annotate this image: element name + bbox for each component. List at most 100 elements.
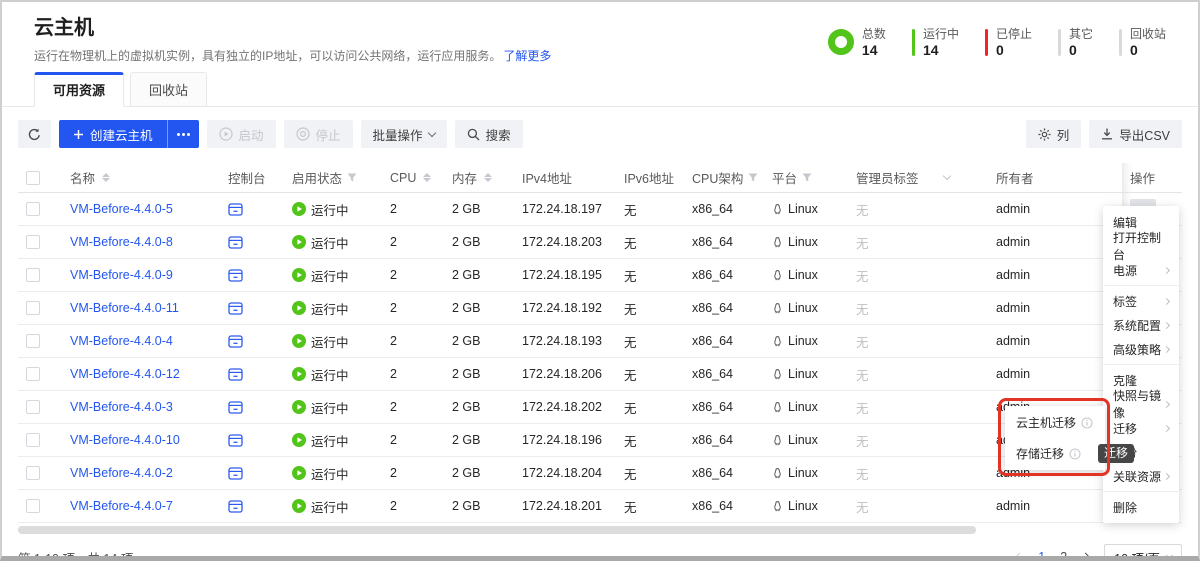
start-button[interactable]: 启动 [207,120,276,148]
batch-operations-button[interactable]: 批量操作 [361,120,447,148]
context-menu-item[interactable]: 快照与镜像 [1103,392,1179,416]
platform-value: Linux [788,466,818,480]
row-checkbox[interactable] [26,301,40,315]
arch-value: x86_64 [692,433,733,447]
context-menu-item[interactable] [1103,491,1179,492]
sort-icon[interactable] [102,173,110,182]
console-icon[interactable] [228,401,243,414]
column-name[interactable]: 名称 [70,168,95,187]
arch-value: x86_64 [692,400,733,414]
console-icon[interactable] [228,500,243,513]
row-checkbox[interactable] [26,202,40,216]
stat-item: 其它 0 [1058,27,1093,58]
search-button[interactable]: 搜索 [455,120,523,148]
column-memory[interactable]: 内存 [452,168,477,187]
console-icon[interactable] [228,467,243,480]
console-icon[interactable] [228,368,243,381]
running-status-icon [292,499,306,513]
vm-name-link[interactable]: VM-Before-4.4.0-10 [70,433,180,447]
status-text: 运行中 [311,497,349,516]
sort-icon[interactable] [423,173,431,182]
cpu-value: 2 [390,202,397,216]
ipv6-value: 无 [624,332,637,351]
console-icon[interactable] [228,302,243,315]
learn-more-link[interactable]: 了解更多 [503,49,551,63]
columns-button[interactable]: 列 [1026,120,1082,148]
create-vm-button[interactable]: 创建云主机 [59,120,167,148]
next-page-icon[interactable] [1081,552,1091,561]
context-menu-item[interactable]: 关联资源 [1103,464,1179,488]
create-more-button[interactable] [167,120,199,148]
console-icon[interactable] [228,434,243,447]
vm-name-link[interactable]: VM-Before-4.4.0-8 [70,235,173,249]
console-icon[interactable] [228,335,243,348]
scrollbar-thumb[interactable] [18,526,976,534]
vm-name-link[interactable]: VM-Before-4.4.0-2 [70,466,173,480]
refresh-button[interactable] [18,120,51,148]
page-number[interactable]: 2 [1060,550,1067,561]
row-checkbox[interactable] [26,433,40,447]
tab[interactable]: 回收站 [130,72,207,107]
arch-value: x86_64 [692,202,733,216]
memory-value: 2 GB [452,301,481,315]
page-number[interactable]: 1 [1038,550,1045,561]
submenu-arrow-icon [1163,297,1170,304]
stat-value: 0 [1069,43,1093,58]
filter-icon[interactable] [802,173,812,182]
page-size-select[interactable]: 10 项/页 [1104,544,1182,561]
vm-name-link[interactable]: VM-Before-4.4.0-3 [70,400,173,414]
sort-icon[interactable] [484,173,492,182]
menu-item-label: 编辑 [1113,214,1137,231]
search-icon [467,128,480,141]
console-icon[interactable] [228,269,243,282]
context-menu-item[interactable] [1103,364,1179,365]
select-all-checkbox[interactable] [26,171,40,185]
row-checkbox[interactable] [26,268,40,282]
console-icon[interactable] [228,203,243,216]
column-cpu[interactable]: CPU [390,171,416,185]
context-menu-item[interactable]: 高级策略 [1103,337,1179,361]
row-checkbox[interactable] [26,400,40,414]
context-menu-item[interactable]: 系统配置 [1103,313,1179,337]
running-status-icon [292,400,306,414]
context-menu-item[interactable] [1103,285,1179,286]
filter-icon[interactable] [347,173,357,182]
menu-item-label: 电源 [1113,262,1137,279]
collapse-chevron-icon[interactable] [943,172,951,180]
tab[interactable]: 可用资源 [34,72,124,107]
vm-name-link[interactable]: VM-Before-4.4.0-4 [70,334,173,348]
previous-page-icon[interactable] [1015,552,1025,561]
submenu-item-label: 存储迁移 [1016,445,1064,462]
vm-name-link[interactable]: VM-Before-4.4.0-11 [70,301,179,315]
row-checkbox[interactable] [26,334,40,348]
running-status-icon [292,367,306,381]
status-text: 运行中 [311,233,349,252]
row-checkbox[interactable] [26,499,40,513]
row-checkbox[interactable] [26,235,40,249]
context-menu-item[interactable]: 打开控制台 [1103,234,1179,258]
vm-name-link[interactable]: VM-Before-4.4.0-7 [70,499,173,513]
submenu-item[interactable]: 存储迁移 [1005,438,1105,469]
linux-penguin-icon [772,401,783,414]
row-context-menu: 编辑 打开控制台 电源 标签 系统配置 [1103,206,1179,523]
tab-label: 可用资源 [53,83,105,98]
row-checkbox[interactable] [26,367,40,381]
column-console: 控制台 [228,168,266,187]
context-menu-item[interactable]: 删除 [1103,495,1179,519]
resource-tabs: 可用资源 回收站 [2,72,1198,107]
arch-value: x86_64 [692,268,733,282]
platform-value: Linux [788,301,818,315]
export-csv-button[interactable]: 导出CSV [1089,120,1182,148]
stat-value: 14 [923,43,959,58]
arch-value: x86_64 [692,334,733,348]
filter-icon[interactable] [748,173,758,182]
submenu-item[interactable]: 云主机迁移 [1005,407,1105,438]
vm-name-link[interactable]: VM-Before-4.4.0-9 [70,268,173,282]
console-icon[interactable] [228,236,243,249]
stop-button[interactable]: 停止 [284,120,353,148]
vm-name-link[interactable]: VM-Before-4.4.0-12 [70,367,180,381]
vm-name-link[interactable]: VM-Before-4.4.0-5 [70,202,173,216]
context-menu-item[interactable]: 标签 [1103,289,1179,313]
row-checkbox[interactable] [26,466,40,480]
admin-tag-value: 无 [856,431,869,450]
